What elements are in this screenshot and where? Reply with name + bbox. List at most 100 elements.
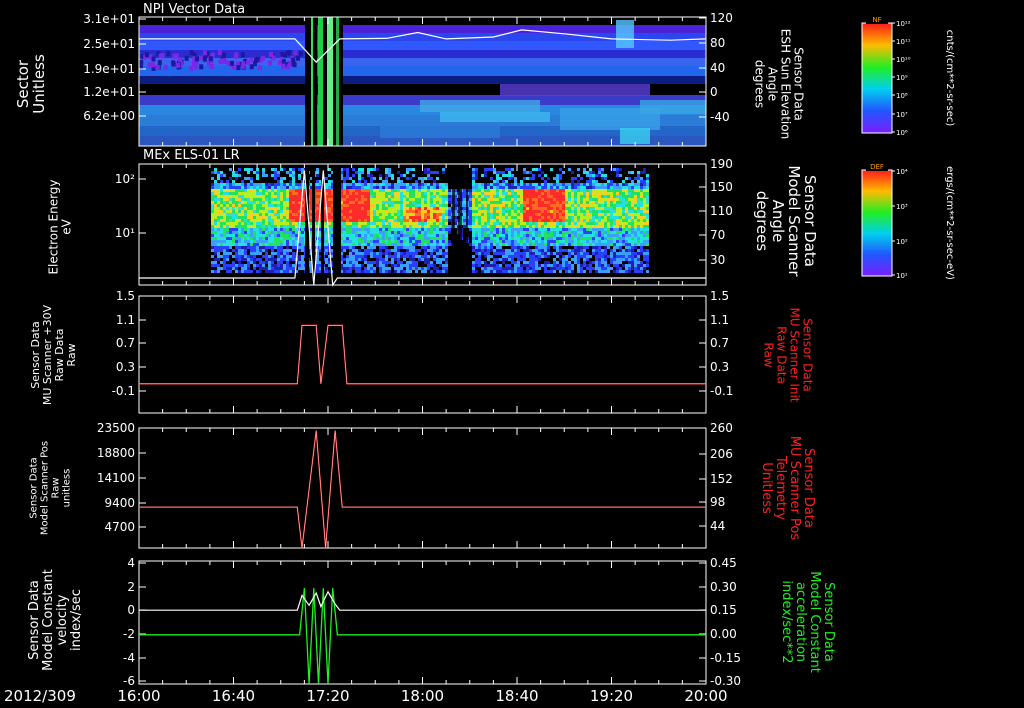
heatmap-cell (565, 234, 568, 237)
heatmap-cell (535, 189, 538, 192)
heatmap-cell (223, 225, 226, 228)
heatmap-cell (448, 207, 451, 210)
heatmap-cell (541, 240, 544, 243)
heatmap-cell (391, 243, 394, 246)
heatmap-cell (589, 204, 592, 207)
heatmap-cell (634, 243, 637, 246)
heatmap-cell (151, 56, 156, 62)
heatmap-cell (571, 210, 574, 213)
heatmap-cell (364, 231, 367, 234)
heatmap-cell (610, 207, 613, 210)
heatmap-cell (268, 207, 271, 210)
heatmap-cell (292, 171, 295, 174)
heatmap-cell (403, 219, 406, 222)
heatmap-cell (346, 237, 349, 240)
heatmap-cell (394, 231, 397, 234)
heatmap-cell (475, 192, 478, 195)
heatmap-cell (556, 195, 559, 198)
heatmap-cell (550, 189, 553, 192)
heatmap-cell (241, 228, 244, 231)
heatmap-cell (433, 240, 436, 243)
heatmap-cell (388, 186, 391, 189)
heatmap-cell (586, 204, 589, 207)
heatmap-cell (157, 60, 162, 66)
heatmap-cell (502, 198, 505, 201)
heatmap-cell (433, 225, 436, 228)
heatmap-cell (325, 183, 328, 186)
heatmap-cell (277, 213, 280, 216)
heatmap-cell (556, 252, 559, 255)
heatmap-cell (499, 240, 502, 243)
heatmap-cell (556, 216, 559, 219)
heatmap-cell (346, 177, 349, 180)
heatmap-cell (355, 258, 358, 261)
heatmap-cell (241, 225, 244, 228)
heatmap-cell (406, 210, 409, 213)
heatmap-cell (280, 186, 283, 189)
heatmap-cell (628, 195, 631, 198)
heatmap-cell (277, 228, 280, 231)
heatmap-cell (253, 192, 256, 195)
heatmap-cell (553, 237, 556, 240)
heatmap-cell (412, 168, 415, 171)
heatmap-cell (526, 222, 529, 225)
heatmap-cell (214, 240, 217, 243)
heatmap-cell (256, 231, 259, 234)
heatmap-cell (568, 192, 571, 195)
heatmap-cell (274, 258, 277, 261)
heatmap-cell (409, 225, 412, 228)
heatmap-cell (511, 267, 514, 270)
heatmap-cell (481, 183, 484, 186)
heatmap-cell (544, 225, 547, 228)
heatmap-cell (250, 183, 253, 186)
heatmap-cell (583, 201, 586, 204)
heatmap-cell (292, 186, 295, 189)
heatmap-cell (271, 192, 274, 195)
heatmap-cell (214, 210, 217, 213)
heatmap-cell (610, 228, 613, 231)
heatmap-cell (598, 261, 601, 264)
heatmap-cell (568, 264, 571, 267)
heatmap-cell (412, 225, 415, 228)
heatmap-cell (487, 231, 490, 234)
heatmap-cell (421, 207, 424, 210)
heatmap-cell (235, 183, 238, 186)
heatmap-cell (409, 168, 412, 171)
heatmap-cell (472, 237, 475, 240)
heatmap-cell (574, 207, 577, 210)
heatmap-cell (529, 252, 532, 255)
heatmap-cell (529, 255, 532, 258)
heatmap-cell (604, 270, 607, 273)
heatmap-cell (643, 168, 646, 171)
heatmap-cell (247, 231, 250, 234)
heatmap-cell (508, 231, 511, 234)
heatmap-cell (238, 198, 241, 201)
heatmap-cell (544, 252, 547, 255)
heatmap-cell (493, 210, 496, 213)
heatmap-cell (358, 174, 361, 177)
heatmap-cell (622, 231, 625, 234)
heatmap-cell (574, 192, 577, 195)
heatmap-cell (352, 189, 355, 192)
heatmap-cell (481, 249, 484, 252)
heatmap-cell (418, 210, 421, 213)
heatmap-cell (622, 270, 625, 273)
heatmap-cell (280, 177, 283, 180)
right-ytick-label: 0.7 (710, 336, 729, 350)
heatmap-cell (367, 222, 370, 225)
heatmap-cell (475, 240, 478, 243)
heatmap-cell (397, 225, 400, 228)
heatmap-cell (628, 219, 631, 222)
heatmap-cell (346, 189, 349, 192)
heatmap-cell (397, 267, 400, 270)
heatmap-cell (394, 267, 397, 270)
heatmap-cell (256, 249, 259, 252)
heatmap-cell (526, 210, 529, 213)
heatmap-cell (259, 204, 262, 207)
heatmap-cell (409, 186, 412, 189)
heatmap-cell (526, 252, 529, 255)
heatmap-cell (256, 192, 259, 195)
heatmap-cell (277, 237, 280, 240)
heatmap-cell (496, 198, 499, 201)
heatmap-cell (355, 213, 358, 216)
